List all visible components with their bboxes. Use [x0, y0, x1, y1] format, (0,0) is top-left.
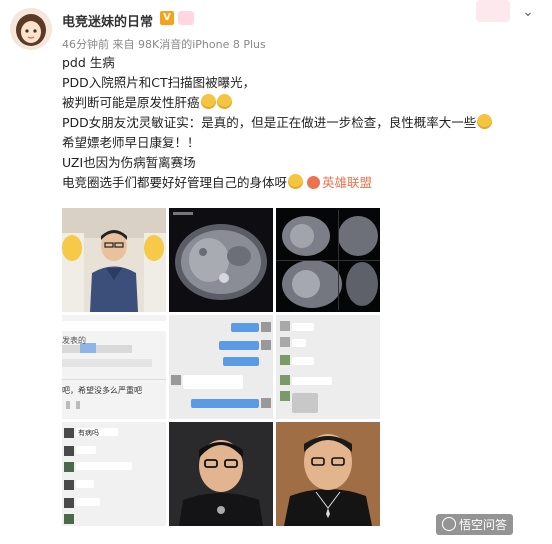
chat-text: 吧，希望没多么严重吧: [62, 386, 142, 395]
chat-text: 有病吗: [78, 429, 99, 437]
avatar-image: [10, 8, 52, 50]
watermark-icon: [442, 517, 456, 531]
photo-hospital[interactable]: [62, 208, 166, 312]
chat-screenshot[interactable]: [169, 315, 273, 419]
image-grid: 发表的 吧，希望没多么严重吧 有病吗: [62, 208, 380, 526]
emoji-icon: [200, 94, 216, 109]
portrait-photo[interactable]: [169, 422, 273, 526]
ct-scan-image[interactable]: [169, 208, 273, 312]
post-line: PDD入院照片和CT扫描图被曝光，: [62, 75, 256, 90]
post-meta: 46分钟前 来自 98K消音的iPhone 8 Plus: [62, 38, 266, 51]
chat-text: 发表的: [62, 336, 86, 345]
level-icon: [178, 11, 194, 25]
post-line: pdd 生病: [62, 55, 115, 70]
chevron-down-icon[interactable]: ⌄: [518, 2, 538, 22]
username[interactable]: 电竞迷妹的日常: [62, 11, 153, 30]
emoji-icon: [477, 114, 493, 129]
decoration-sticker: [476, 0, 510, 22]
chat-screenshot[interactable]: [276, 315, 380, 419]
topic-icon: [307, 176, 320, 189]
verified-icon: V: [160, 11, 174, 25]
emoji-icon: [216, 94, 232, 109]
post-body: pdd 生病 PDD入院照片和CT扫描图被曝光， 被判断可能是原发性肝癌 PDD…: [62, 53, 542, 193]
post-line: 希望嫖老师早日康复！！: [62, 135, 200, 150]
watermark: 悟空问答: [436, 514, 514, 535]
emoji-icon: [288, 174, 304, 189]
portrait-photo[interactable]: [276, 422, 380, 526]
chat-screenshot[interactable]: 有病吗: [62, 422, 166, 526]
post-line: 被判断可能是原发性肝癌: [62, 93, 542, 113]
post-line: 电竞圈选手们都要好好管理自己的身体呀 英雄联盟: [62, 174, 373, 190]
post-line: PDD女朋友沈灵敏证实：是真的，但是正在做进一步检查，良性概率大一些: [62, 113, 542, 133]
topic-link[interactable]: 英雄联盟: [307, 175, 372, 190]
avatar[interactable]: [10, 8, 52, 50]
ct-scan-series-image[interactable]: [276, 208, 380, 312]
chat-screenshot[interactable]: 发表的 吧，希望没多么严重吧: [62, 315, 166, 419]
post-line: UZI也因为伤病暂离赛场: [62, 155, 196, 170]
